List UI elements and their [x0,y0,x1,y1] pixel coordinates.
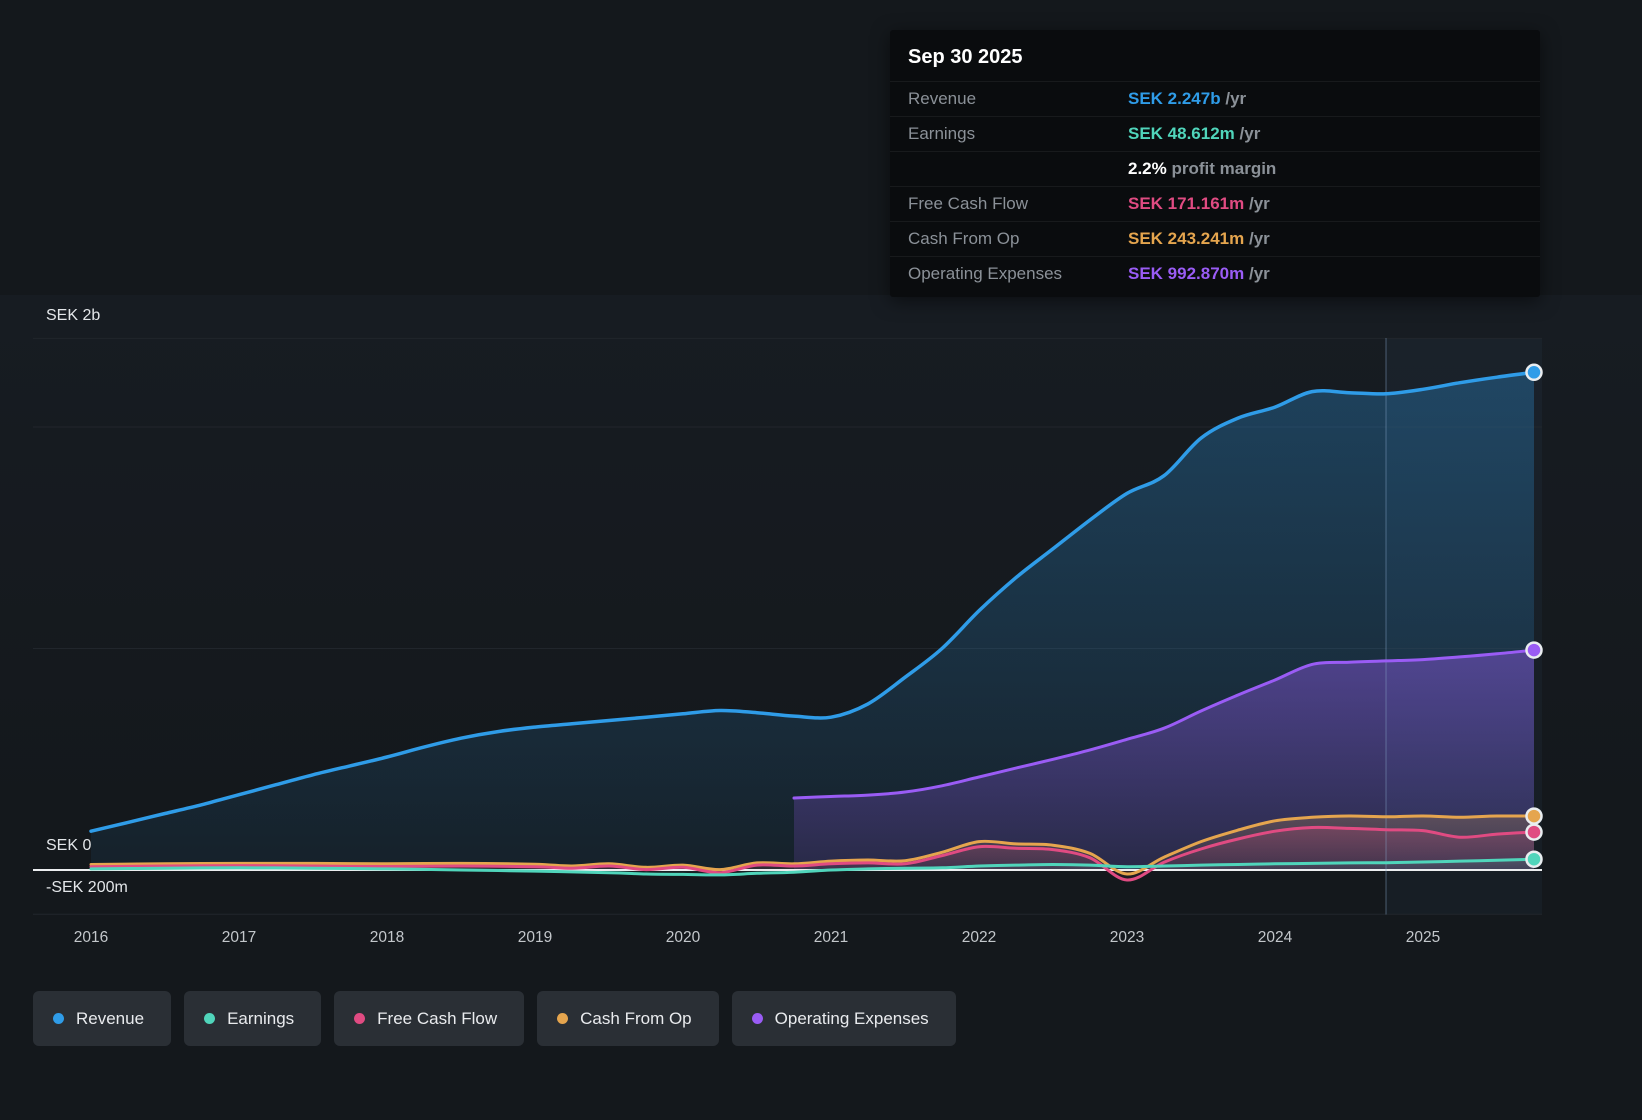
tooltip-date: Sep 30 2025 [908,46,1023,68]
x-tick-2020: 2020 [665,929,701,946]
legend-label: Revenue [76,1008,145,1028]
value-suffix: /yr [1225,89,1247,108]
row-label: Revenue [908,89,977,108]
x-tick-2019: 2019 [517,929,553,946]
tooltip-row-operating-expenses: Operating Expenses SEK 992.870m /yr [890,256,1540,291]
row-label: Earnings [908,124,976,143]
chart-legend: Revenue Earnings Free Cash Flow Cash Fro… [33,991,956,1046]
legend-item-free-cash-flow[interactable]: Free Cash Flow [334,991,525,1046]
revenue-value: SEK 2.247b [1128,89,1221,108]
revenue-end-marker [1525,363,1543,382]
x-tick-2017: 2017 [221,929,257,946]
legend-label: Earnings [227,1008,295,1028]
value-suffix: /yr [1239,124,1261,143]
cash-from-op-legend-dot [557,1013,569,1024]
operating-expenses-end-marker [1525,641,1543,659]
legend-item-revenue[interactable]: Revenue [33,991,172,1046]
row-label: Cash From Op [908,229,1020,248]
operating-expenses-legend-dot [751,1013,763,1024]
x-tick-2022: 2022 [961,929,997,946]
x-axis: 2016 2017 2018 2019 2020 2021 2022 2023 2024 2025 [0,929,1642,953]
earnings-end-marker [1525,850,1543,868]
value-suffix: /yr [1248,194,1270,213]
cash-from-op-value: SEK 243.241m [1128,229,1245,248]
earnings-value: SEK 48.612m [1128,124,1235,143]
tooltip-row-free-cash-flow: Free Cash Flow SEK 171.161m /yr [890,186,1540,221]
legend-item-cash-from-op[interactable]: Cash From Op [537,991,719,1046]
x-tick-2018: 2018 [369,929,405,946]
free-cash-flow-end-marker [1525,823,1543,841]
operating-expenses-value: SEK 992.870m [1128,264,1245,283]
tooltip-row-cash-from-op: Cash From Op SEK 243.241m /yr [890,221,1540,256]
profit-margin-value: 2.2% [1128,159,1167,178]
cash-from-op-end-marker [1525,807,1543,825]
row-value: SEK 48.612m /yr [1128,124,1260,144]
revenue-legend-dot [53,1013,64,1024]
value-suffix: /yr [1248,264,1270,283]
tooltip-row-earnings: Earnings SEK 48.612m /yr [890,116,1540,151]
row-value: 2.2% profit margin [1128,159,1276,179]
earnings-legend-dot [204,1013,216,1024]
x-tick-2025: 2025 [1405,929,1441,946]
legend-label: Operating Expenses [774,1008,929,1028]
row-label: Free Cash Flow [908,194,1028,213]
legend-item-operating-expenses[interactable]: Operating Expenses [731,991,956,1046]
row-value: SEK 2.247b /yr [1128,89,1246,109]
y-axis-label-neg200m: -SEK 200m [46,879,128,896]
row-value: SEK 243.241m /yr [1128,229,1270,249]
x-tick-2021: 2021 [813,929,849,946]
legend-label: Cash From Op [580,1008,692,1028]
x-tick-2016: 2016 [73,929,109,946]
row-label: Operating Expenses [908,264,1063,283]
tooltip-row-revenue: Revenue SEK 2.247b /yr [890,81,1540,116]
legend-item-earnings[interactable]: Earnings [184,991,322,1046]
row-value: SEK 171.161m /yr [1128,194,1270,214]
x-tick-2024: 2024 [1257,929,1293,946]
legend-label: Free Cash Flow [377,1008,498,1028]
earnings-revenue-history-page: SEK 2b SEK 0 -SEK 200m 2016 2017 2018 2019 2… [0,0,1642,1120]
y-axis-label-2b: SEK 2b [46,307,101,324]
x-tick-2023: 2023 [1109,929,1145,946]
tooltip-row-profit-margin: 2.2% profit margin [890,151,1540,186]
y-axis-label-zero: SEK 0 [46,837,92,854]
value-suffix: /yr [1248,229,1270,248]
profit-margin-text: profit margin [1171,159,1277,178]
free-cash-flow-legend-dot [354,1013,366,1024]
row-value: SEK 992.870m /yr [1128,264,1270,284]
free-cash-flow-value: SEK 171.161m [1128,194,1245,213]
data-tooltip: Sep 30 2025 Revenue SEK 2.247b /yr Earni… [890,30,1540,297]
